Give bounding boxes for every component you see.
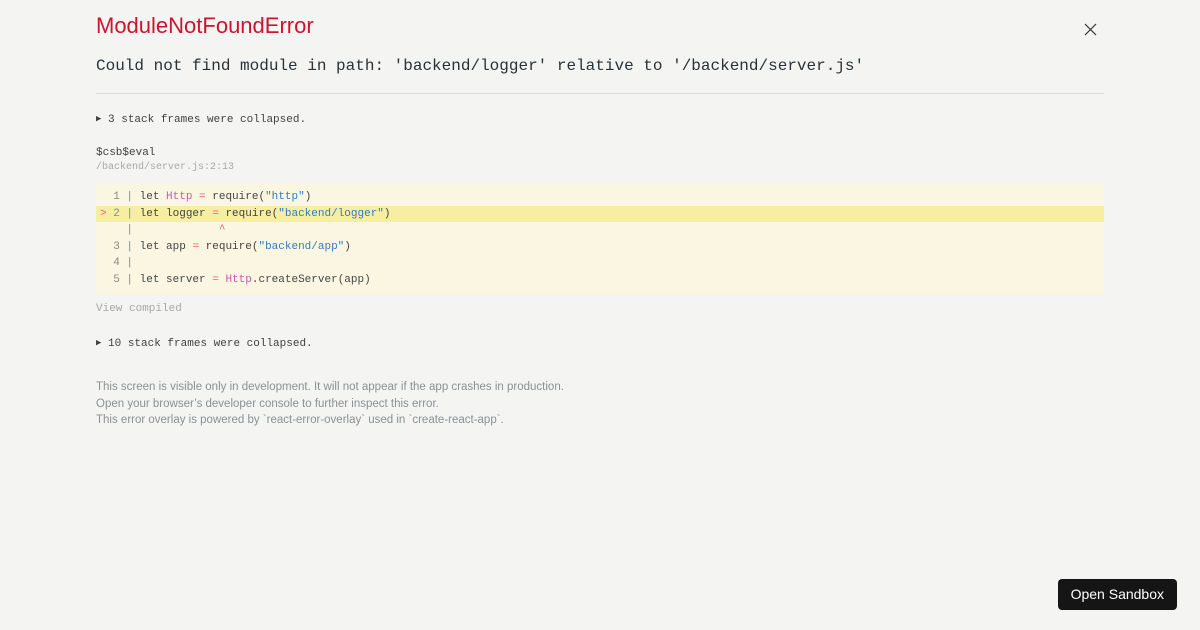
code-line: 5 | let server = Http.createServer(app) bbox=[96, 272, 1104, 289]
code-line-gutter: 5 | bbox=[106, 273, 140, 286]
stack-frame-function: $csb$eval bbox=[96, 147, 156, 159]
code-line: 1 | let Http = require("http") bbox=[96, 189, 1104, 206]
code-line-gutter: 3 | bbox=[106, 240, 140, 253]
collapsed-frames-bottom[interactable]: ▶ 10 stack frames were collapsed. bbox=[96, 337, 1104, 351]
collapsed-frames-top-label: 3 stack frames were collapsed. bbox=[101, 114, 307, 126]
code-line-gutter: | bbox=[106, 224, 140, 236]
collapsed-frames-bottom-label: 10 stack frames were collapsed. bbox=[101, 338, 313, 350]
code-line-gutter: 1 | bbox=[106, 191, 140, 203]
code-line: 3 | let app = require("backend/app") bbox=[96, 239, 1104, 256]
footer-line-console: Open your browser’s developer console to… bbox=[96, 397, 439, 410]
close-icon bbox=[1084, 23, 1097, 39]
overlay-footer: This screen is visible only in developme… bbox=[96, 379, 1104, 429]
error-title: ModuleNotFoundError bbox=[96, 13, 314, 38]
code-line-highlighted: > 2 | let logger = require("backend/logg… bbox=[96, 205, 1104, 222]
footer-line-powered-by: This error overlay is powered by `react-… bbox=[96, 414, 504, 426]
code-line: | ^ bbox=[96, 222, 1104, 239]
error-overlay-content: ModuleNotFoundError Could not find modul… bbox=[96, 0, 1104, 429]
code-line: 4 | bbox=[96, 255, 1104, 272]
code-line-gutter: > 2 | bbox=[100, 207, 140, 220]
error-message: Could not find module in path: 'backend/… bbox=[96, 57, 865, 75]
stack-frame-location: /backend/server.js:2:13 bbox=[96, 162, 235, 173]
code-line-gutter: 4 | bbox=[106, 257, 140, 269]
view-compiled-link[interactable]: View compiled bbox=[96, 303, 1104, 316]
close-button[interactable] bbox=[1076, 19, 1104, 43]
code-block: 1 | let Http = require("http") > 2 | let … bbox=[96, 183, 1104, 294]
collapsed-frames-top[interactable]: ▶ 3 stack frames were collapsed. bbox=[96, 113, 1104, 127]
open-sandbox-button[interactable]: Open Sandbox bbox=[1057, 579, 1177, 610]
stack-frame: $csb$eval /backend/server.js:2:13 bbox=[96, 146, 1104, 174]
error-header: ModuleNotFoundError bbox=[96, 13, 1104, 43]
footer-line-development: This screen is visible only in developme… bbox=[96, 381, 564, 393]
error-overlay: ModuleNotFoundError Could not find modul… bbox=[0, 0, 1200, 630]
header-divider bbox=[96, 93, 1104, 94]
